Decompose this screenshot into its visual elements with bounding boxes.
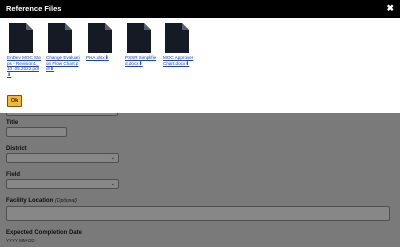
file-item[interactable]: Change Evaluation Flow Chart.pdf⬇ bbox=[46, 23, 80, 73]
file-name: PHA.xlsx bbox=[86, 55, 105, 60]
close-icon[interactable]: ✖ bbox=[386, 2, 394, 14]
download-icon: ⬇ bbox=[138, 60, 143, 67]
file-download-link[interactable]: PHA.xlsx⬇ bbox=[86, 55, 120, 62]
download-icon: ⬇ bbox=[104, 55, 109, 61]
file-item[interactable]: MOC Approver Chart.docx⬇ bbox=[163, 23, 197, 67]
modal-title: Reference Files bbox=[6, 4, 62, 13]
file-download-link[interactable]: EnDev MOC Steps - Revision1_10 .05.2022.… bbox=[7, 55, 41, 78]
download-icon: ⬇ bbox=[49, 66, 55, 73]
modal-header: Reference Files ✖ bbox=[0, 0, 400, 18]
document-icon[interactable] bbox=[127, 23, 151, 53]
document-icon[interactable] bbox=[9, 23, 33, 53]
file-name: EnDev MOC Steps - Revision1_10 .05.2022.… bbox=[7, 55, 41, 72]
document-icon[interactable] bbox=[48, 23, 72, 53]
file-download-link[interactable]: PSSR Simplified.docx⬇ bbox=[125, 55, 159, 67]
download-icon: ⬇ bbox=[7, 71, 12, 78]
file-item[interactable]: EnDev MOC Steps - Revision1_10 .05.2022.… bbox=[7, 23, 41, 78]
file-item[interactable]: PHA.xlsx⬇ bbox=[86, 23, 120, 62]
download-icon: ⬇ bbox=[185, 60, 190, 67]
file-download-link[interactable]: MOC Approver Chart.docx⬇ bbox=[163, 55, 197, 67]
document-icon[interactable] bbox=[165, 23, 189, 53]
ok-button[interactable]: Ok bbox=[7, 95, 22, 107]
document-icon[interactable] bbox=[88, 23, 112, 53]
reference-files-modal: Reference Files ✖ EnDev MOC Steps - Revi… bbox=[0, 0, 400, 113]
file-item[interactable]: PSSR Simplified.docx⬇ bbox=[125, 23, 159, 67]
file-download-link[interactable]: Change Evaluation Flow Chart.pdf⬇ bbox=[46, 55, 80, 73]
